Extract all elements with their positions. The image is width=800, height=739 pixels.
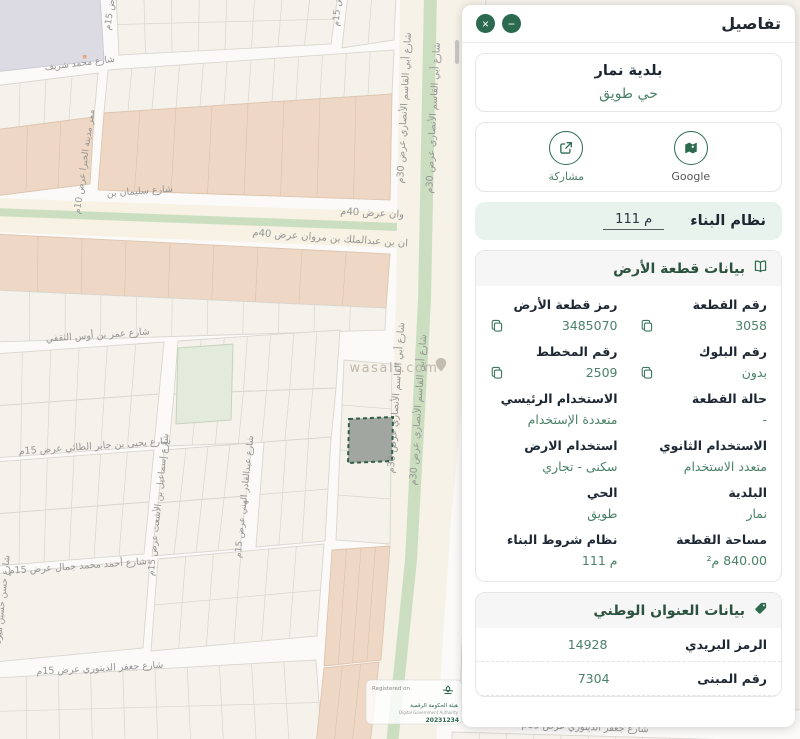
panel-body: بلدية نمار حي طويق Google مشاركة نظام ال… [462, 43, 795, 717]
municipality-card: بلدية نمار حي طويق [475, 53, 782, 112]
field-value: متعددة الإستخدام [527, 412, 618, 427]
field-value-row: متعدد الاستخدام [640, 459, 767, 474]
address-section-title: بيانات العنوان الوطني [593, 602, 745, 619]
close-button[interactable]: × [476, 14, 495, 33]
panel-header: تفاصيل − × [462, 5, 795, 43]
parcel-section-title: بيانات قطعة الأرض [613, 260, 745, 277]
address-rows: الرمز البريدي 14928 رقم المبنى 7304 [476, 628, 781, 696]
badge-registered-text: Registered on [372, 686, 411, 692]
field-label: نظام شروط البناء [506, 532, 618, 547]
address-data-card: بيانات العنوان الوطني الرمز البريدي 14928… [475, 592, 782, 697]
share-icon [549, 131, 584, 165]
details-panel: تفاصيل − × بلدية نمار حي طويق Google مشا… [462, 5, 795, 727]
address-label: الرمز البريدي [685, 637, 767, 652]
copy-button[interactable] [490, 319, 504, 333]
parcel-field: الحي طويق [490, 485, 618, 521]
share-label: مشاركة [548, 170, 585, 183]
field-value: طويق [587, 506, 618, 521]
tag-icon [753, 601, 768, 620]
parcel-field: رمز قطعة الأرض 3485070 [490, 297, 618, 333]
field-value: م 111 [581, 553, 618, 568]
actions-card: Google مشاركة [475, 122, 782, 192]
field-value-row: 3485070 [490, 318, 618, 333]
field-value: نمار [746, 506, 767, 521]
district-name: حي طويق [599, 86, 658, 102]
field-value: سكنى - تجاري [542, 459, 618, 474]
parcel-fields-grid: رقم القطعة 3058 رمز قطعة الأرض 3485070 رقم ا… [476, 286, 781, 581]
field-value-row: سكنى - تجاري [490, 459, 618, 474]
field-value-row: - [640, 412, 767, 427]
field-value: 2509 [585, 365, 618, 380]
window-controls: − × [476, 14, 521, 33]
field-label: رقم القطعة [692, 297, 767, 312]
field-label: البلدية [728, 485, 767, 500]
parcel-field: البلدية نمار [640, 485, 767, 521]
address-row: رقم المبنى 7304 [476, 662, 781, 696]
parcel-field: حالة القطعة - [640, 391, 767, 427]
field-value-row: م 111 [490, 553, 618, 568]
minimize-button[interactable]: − [502, 14, 521, 33]
building-system-value: م 111 [603, 212, 665, 230]
field-value: - [762, 412, 767, 427]
field-value-row: بدون [640, 365, 767, 380]
field-value-row: 2509 [490, 365, 618, 380]
field-value: متعدد الاستخدام [683, 459, 767, 474]
parcel-field: استخدام الارض سكنى - تجاري [490, 438, 618, 474]
parcel-field: رقم البلوك بدون [640, 344, 767, 380]
field-label: حالة القطعة [691, 391, 767, 406]
field-value: 840.00 م² [706, 553, 767, 568]
building-system-bar: نظام البناء م 111 [475, 202, 782, 240]
parcel-section-header: بيانات قطعة الأرض [476, 251, 781, 286]
badge-title-ar: هيئة الحكومة الرقمية [410, 702, 458, 709]
parcel-field: الاستخدام الرئيسي متعددة الإستخدام [490, 391, 618, 427]
parcel-data-card: بيانات قطعة الأرض رقم القطعة 3058 رمز قطعة… [475, 250, 782, 582]
copy-button[interactable] [640, 366, 654, 380]
google-label: Google [671, 170, 711, 183]
share-button[interactable]: مشاركة [504, 131, 629, 183]
field-label: رمز قطعة الأرض [513, 297, 618, 312]
address-section-header: بيانات العنوان الوطني [476, 593, 781, 628]
field-label: الحي [586, 485, 618, 500]
parcel-field: الاستخدام الثانوي متعدد الاستخدام [640, 438, 767, 474]
parcel-field: نظام شروط البناء م 111 [490, 532, 618, 568]
field-value-row: طويق [490, 506, 618, 521]
mosque-parcel [175, 343, 234, 425]
panel-title: تفاصيل [721, 14, 781, 33]
parcel-field: رقم المخطط 2509 [490, 344, 618, 380]
field-value: بدون [741, 365, 767, 380]
map-book-icon [753, 259, 768, 278]
municipality-name: بلدية نمار [594, 63, 663, 79]
gov-registration-badge: Registered on هيئة الحكومة الرقميةDigital… [365, 679, 463, 725]
field-label: الاستخدام الثانوي [659, 438, 767, 453]
field-value-row: 3058 [640, 318, 767, 333]
panel-scrollbar[interactable] [455, 40, 459, 64]
google-maps-icon [673, 131, 708, 165]
field-value: 3485070 [561, 318, 618, 333]
address-value: 14928 [567, 637, 608, 652]
badge-title-en: Digital Government Authority [399, 710, 459, 715]
copy-button[interactable] [640, 319, 654, 333]
field-value-row: نمار [640, 506, 767, 521]
screen: { "panel": { "title": "تفاصيل", "window_… [0, 0, 800, 739]
field-value-row: 840.00 م² [640, 553, 767, 568]
field-value: 3058 [735, 318, 767, 333]
address-row: الرمز البريدي 14928 [476, 628, 781, 662]
field-label: الاستخدام الرئيسي [500, 391, 618, 406]
address-label: رقم المبنى [697, 671, 767, 686]
field-label: مساحة القطعة [676, 532, 767, 547]
parcel-field: رقم القطعة 3058 [640, 297, 767, 333]
parcel-field: مساحة القطعة 840.00 م² [640, 532, 767, 568]
badge-number: 20231234 [426, 717, 459, 724]
field-value-row: متعددة الإستخدام [490, 412, 618, 427]
address-value: 7304 [577, 671, 610, 686]
field-label: استخدام الارض [524, 438, 618, 453]
field-label: رقم المخطط [536, 344, 618, 359]
google-button[interactable]: Google [629, 131, 754, 183]
map-parcel-block [341, 0, 397, 49]
building-system-label: نظام البناء [690, 213, 766, 229]
copy-button[interactable] [490, 366, 504, 380]
field-label: رقم البلوك [698, 344, 767, 359]
